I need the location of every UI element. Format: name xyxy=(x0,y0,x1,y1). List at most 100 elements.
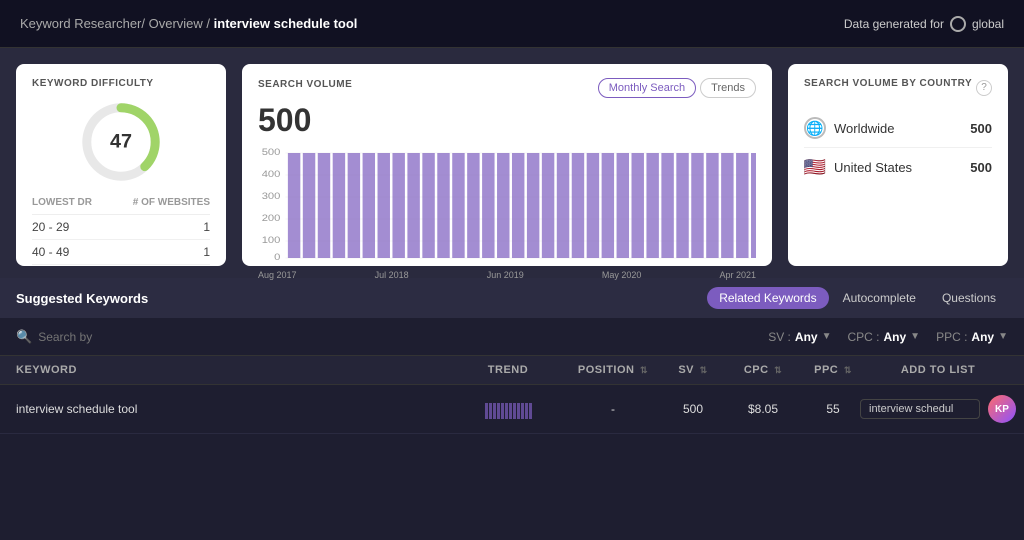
chart-labels: Aug 2017 Jul 2018 Jun 2019 May 2020 Apr … xyxy=(258,270,756,280)
kw-tab-questions[interactable]: Questions xyxy=(930,287,1008,309)
header: Keyword Researcher/ Overview / interview… xyxy=(0,0,1024,48)
th-position: POSITION ⇅ xyxy=(568,364,658,376)
country-left-worldwide: 🌐 Worldwide xyxy=(804,117,894,139)
question-icon[interactable]: ? xyxy=(976,80,992,96)
cards-row: KEYWORD DIFFICULTY 47 LOWEST DR # OF WEB… xyxy=(0,48,1024,278)
add-to-list-input[interactable] xyxy=(860,399,980,419)
ppc-filter-label: PPC : xyxy=(936,330,967,344)
table-header: KEYWORD TREND POSITION ⇅ SV ⇅ CPC ⇅ PPC … xyxy=(0,356,1024,385)
worldwide-value: 500 xyxy=(970,121,992,136)
kd-row-1-count: 1 xyxy=(203,220,210,234)
th-ppc: PPC ⇅ xyxy=(798,364,868,376)
breadcrumb-prefix: Keyword Researcher/ Overview / xyxy=(20,16,210,31)
country-row-worldwide: 🌐 Worldwide 500 xyxy=(804,109,992,148)
globe-icon xyxy=(950,16,966,32)
table-container: KEYWORD TREND POSITION ⇅ SV ⇅ CPC ⇅ PPC … xyxy=(0,356,1024,540)
svg-text:400: 400 xyxy=(262,170,281,180)
kd-card-title: KEYWORD DIFFICULTY xyxy=(32,78,210,89)
country-row-us: 🇺🇸 United States 500 xyxy=(804,148,992,186)
cpc-filter-label: CPC : xyxy=(847,330,879,344)
ppc-filter-value: Any xyxy=(971,330,994,344)
sv-sort-icon: ⇅ xyxy=(700,365,708,375)
cpc-filter-value: Any xyxy=(884,330,907,344)
trend-bar xyxy=(497,403,500,419)
breadcrumb-keyword: interview schedule tool xyxy=(214,16,358,31)
sv-bar-chart: 500 400 300 200 100 0 // generate bars c… xyxy=(258,145,756,265)
svg-text:300: 300 xyxy=(262,192,281,202)
worldwide-name: Worldwide xyxy=(834,121,894,136)
keyword-difficulty-card: KEYWORD DIFFICULTY 47 LOWEST DR # OF WEB… xyxy=(16,64,226,266)
us-value: 500 xyxy=(970,160,992,175)
kd-value: 47 xyxy=(110,130,132,152)
cpc-filter[interactable]: CPC : Any ▼ xyxy=(847,330,920,344)
svg-text:100: 100 xyxy=(262,236,281,246)
kd-col-websites: # OF WEBSITES xyxy=(133,197,210,208)
row-cpc: $8.05 xyxy=(728,402,798,416)
region-label: global xyxy=(972,17,1004,31)
donut-container: 47 xyxy=(32,97,210,187)
svg-text:500: 500 xyxy=(262,148,281,158)
th-cpc: CPC ⇅ xyxy=(728,364,798,376)
trend-bars xyxy=(448,399,568,419)
row-keyword: interview schedule tool xyxy=(16,402,448,416)
trend-bar xyxy=(509,403,512,419)
sv-number: 500 xyxy=(258,102,756,139)
sv-tabs: Monthly Search Trends xyxy=(598,78,756,98)
trend-bar xyxy=(525,403,528,419)
row-ppc: 55 xyxy=(798,402,868,416)
sv-header: SEARCH VOLUME Monthly Search Trends xyxy=(258,78,756,98)
kw-tab-autocomplete[interactable]: Autocomplete xyxy=(831,287,928,309)
breadcrumb: Keyword Researcher/ Overview / interview… xyxy=(20,16,357,31)
country-card-title: SEARCH VOLUME BY COUNTRY xyxy=(804,78,972,89)
country-card-header: SEARCH VOLUME BY COUNTRY ? xyxy=(804,78,992,97)
ppc-sort-icon: ⇅ xyxy=(844,365,852,375)
row-sv: 500 xyxy=(658,402,728,416)
table-row: interview schedule tool - xyxy=(0,385,1024,434)
country-card: SEARCH VOLUME BY COUNTRY ? 🌐 Worldwide 5… xyxy=(788,64,1008,266)
kw-tab-related[interactable]: Related Keywords xyxy=(707,287,828,309)
suggested-title: Suggested Keywords xyxy=(16,291,148,306)
us-flag-icon: 🇺🇸 xyxy=(804,156,826,178)
ppc-filter[interactable]: PPC : Any ▼ xyxy=(936,330,1008,344)
trend-bar xyxy=(493,403,496,419)
trend-bar xyxy=(513,403,516,419)
data-generated-label: Data generated for xyxy=(844,17,944,31)
cpc-sort-icon: ⇅ xyxy=(774,365,782,375)
search-input[interactable] xyxy=(38,330,758,344)
svg-text:0: 0 xyxy=(274,253,281,263)
sv-filter-value: Any xyxy=(795,330,818,344)
trend-bar xyxy=(485,403,488,419)
kd-row-1-dr: 20 - 29 xyxy=(32,220,69,234)
svg-text:200: 200 xyxy=(262,214,281,224)
th-trend: TREND xyxy=(448,364,568,376)
worldwide-icon: 🌐 xyxy=(804,117,826,139)
kd-row-2-dr: 40 - 49 xyxy=(32,245,69,259)
sv-filter[interactable]: SV : Any ▼ xyxy=(768,330,831,344)
chart-label-2: Jun 2019 xyxy=(487,270,524,280)
trend-bar xyxy=(489,403,492,419)
cpc-dropdown-arrow: ▼ xyxy=(910,331,920,342)
sv-tab-trends[interactable]: Trends xyxy=(700,78,756,98)
trend-bar xyxy=(505,403,508,419)
search-icon: 🔍 xyxy=(16,329,32,345)
row-position: - xyxy=(568,402,658,416)
kd-col-dr: LOWEST DR xyxy=(32,197,92,208)
suggested-header: Suggested Keywords Related Keywords Auto… xyxy=(0,278,1024,318)
th-add: ADD TO LIST xyxy=(868,364,1008,376)
chart-label-1: Jul 2018 xyxy=(375,270,409,280)
trend-bar xyxy=(529,403,532,419)
chart-label-3: May 2020 xyxy=(602,270,642,280)
trend-bar xyxy=(517,403,520,419)
sv-dropdown-arrow: ▼ xyxy=(822,331,832,342)
sv-tab-monthly[interactable]: Monthly Search xyxy=(598,78,696,98)
sv-card-title: SEARCH VOLUME xyxy=(258,79,352,90)
country-left-us: 🇺🇸 United States xyxy=(804,156,912,178)
search-volume-card: SEARCH VOLUME Monthly Search Trends 500 … xyxy=(242,64,772,266)
row-trend xyxy=(448,399,568,419)
donut-chart: 47 xyxy=(76,97,166,187)
position-sort-icon: ⇅ xyxy=(640,365,648,375)
kd-row-2: 40 - 49 1 xyxy=(32,240,210,265)
sv-filter-label: SV : xyxy=(768,330,791,344)
chart-label-0: Aug 2017 xyxy=(258,270,297,280)
search-box: 🔍 xyxy=(16,329,758,345)
